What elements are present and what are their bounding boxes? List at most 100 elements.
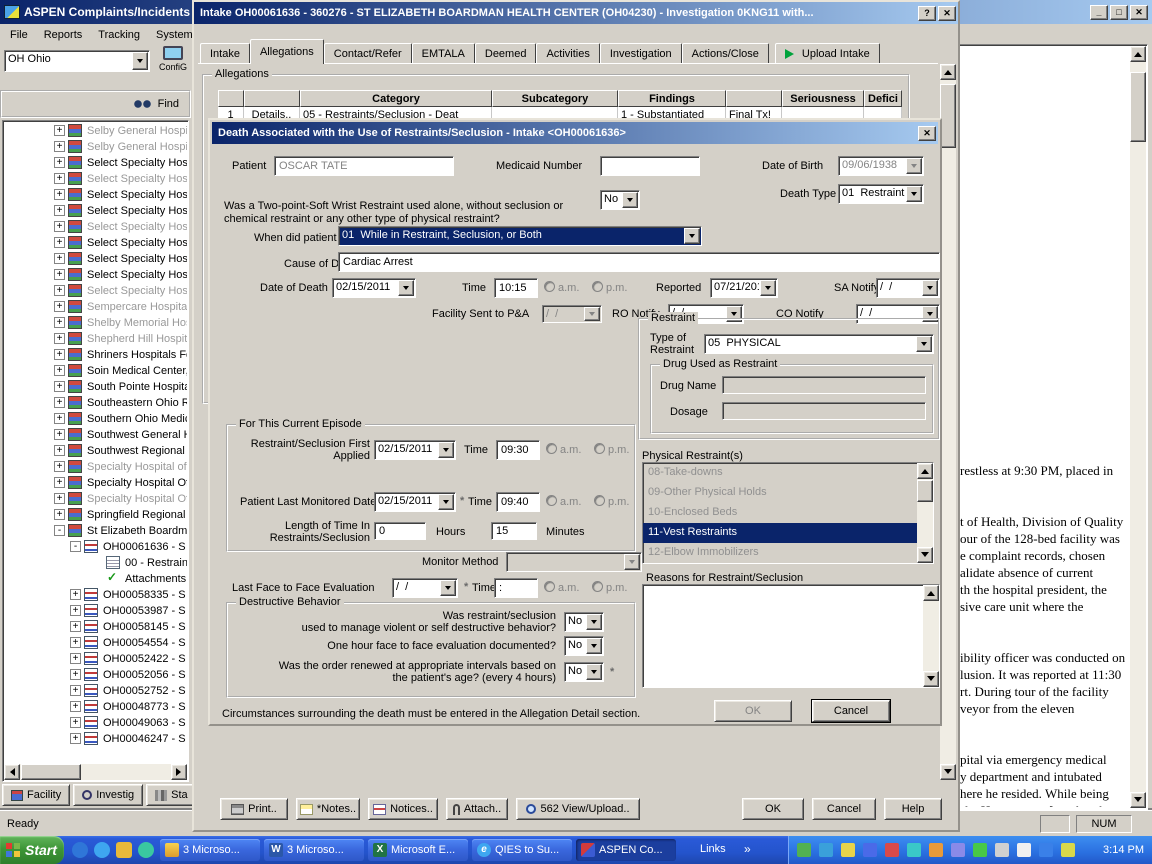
- grid-header-cell[interactable]: Subcategory: [492, 90, 618, 107]
- scrollbar-thumb[interactable]: [917, 480, 933, 502]
- notices-button[interactable]: Notices..: [368, 798, 438, 820]
- tree-item[interactable]: Select Specialty Hosp: [4, 234, 187, 250]
- sa-notify-select[interactable]: / /: [876, 278, 940, 298]
- tray-icon[interactable]: [819, 843, 833, 857]
- start-button[interactable]: Start: [0, 836, 64, 864]
- minutes-field[interactable]: [491, 522, 537, 540]
- scroll-up-button[interactable]: [917, 463, 933, 479]
- tree-item[interactable]: Specialty Hospital Of: [4, 490, 187, 506]
- tree-item[interactable]: OH00052422 - S: [4, 650, 187, 666]
- chevron-down-icon[interactable]: [624, 554, 640, 570]
- tree-item[interactable]: OH00052056 - S: [4, 666, 187, 682]
- tree-item[interactable]: Select Specialty Hosp: [4, 186, 187, 202]
- intake-tab[interactable]: Allegations: [250, 39, 324, 64]
- help-button[interactable]: ?: [918, 6, 936, 21]
- intake-scrollbar[interactable]: [940, 64, 956, 780]
- tray-icon[interactable]: [1039, 843, 1053, 857]
- scrollbar-thumb[interactable]: [940, 84, 956, 148]
- chevron-down-icon[interactable]: [760, 280, 776, 296]
- tree-item[interactable]: Soin Medical Center,: [4, 362, 187, 378]
- dq3-select[interactable]: No: [564, 662, 604, 682]
- chevron-down-icon[interactable]: [922, 280, 938, 296]
- dod-time-field[interactable]: [494, 278, 538, 298]
- intake-tab[interactable]: Deemed: [475, 43, 537, 64]
- tree-item[interactable]: 00 - Restrain: [4, 554, 187, 570]
- tree-expander-icon[interactable]: [54, 381, 65, 392]
- tree-item[interactable]: Sempercare Hospital: [4, 298, 187, 314]
- tree-item[interactable]: South Pointe Hospita: [4, 378, 187, 394]
- tree-expander-icon[interactable]: [54, 237, 65, 248]
- tray-icon[interactable]: [885, 843, 899, 857]
- physical-restraints-list[interactable]: 08-Take-downs09-Other Physical Holds10-E…: [642, 462, 934, 564]
- pm-radio[interactable]: [594, 443, 605, 454]
- am-radio[interactable]: [544, 281, 555, 292]
- find-button[interactable]: Find: [158, 98, 179, 110]
- panel-tab[interactable]: Facility: [2, 784, 70, 806]
- tree-expander-icon[interactable]: [54, 365, 65, 376]
- tree-expander-icon[interactable]: [54, 301, 65, 312]
- close-button[interactable]: ✕: [918, 126, 936, 141]
- scroll-down-button[interactable]: [923, 671, 939, 687]
- tree-item[interactable]: Selby General Hospit: [4, 138, 187, 154]
- tray-icon[interactable]: [841, 843, 855, 857]
- pm-radio[interactable]: [592, 581, 603, 592]
- dod-select[interactable]: 02/15/2011: [332, 278, 416, 298]
- task-button[interactable]: ASPEN Co...: [576, 839, 676, 861]
- chevron-down-icon[interactable]: [584, 307, 600, 321]
- tree-expander-icon[interactable]: [70, 637, 81, 648]
- view-upload-button[interactable]: 562 View/Upload..: [516, 798, 640, 820]
- type-of-restraint-select[interactable]: 05 PHYSICAL: [704, 334, 934, 354]
- print-button[interactable]: Print..: [220, 798, 288, 820]
- chevron-down-icon[interactable]: [916, 336, 932, 352]
- intake-tab[interactable]: Upload Intake: [775, 43, 880, 64]
- intake-tab[interactable]: Investigation: [600, 43, 682, 64]
- tree-item[interactable]: Springfield Regional I: [4, 506, 187, 522]
- monitor-method-select[interactable]: [506, 552, 642, 572]
- medicaid-field[interactable]: [600, 156, 700, 176]
- close-button[interactable]: ✕: [1130, 5, 1148, 20]
- intake-tab[interactable]: EMTALA: [412, 43, 475, 64]
- task-button[interactable]: QIES to Su...: [472, 839, 572, 861]
- tray-icon[interactable]: [951, 843, 965, 857]
- intake-help-button[interactable]: Help: [884, 798, 942, 820]
- panel-tab[interactable]: Investig: [73, 784, 143, 806]
- list-item[interactable]: 10-Enclosed Beds: [643, 503, 933, 523]
- tray-icon[interactable]: [995, 843, 1009, 857]
- tree-expander-icon[interactable]: [70, 589, 81, 600]
- tray-icon[interactable]: [907, 843, 921, 857]
- tree-expander-icon[interactable]: [54, 317, 65, 328]
- dialog-cancel-button[interactable]: Cancel: [812, 700, 890, 722]
- list-scrollbar[interactable]: [923, 585, 939, 687]
- scroll-up-button[interactable]: [1130, 46, 1146, 62]
- chevron-down-icon[interactable]: [906, 186, 922, 202]
- dq1-select[interactable]: No: [564, 612, 604, 632]
- tree-item[interactable]: Selby General Hospit: [4, 122, 187, 138]
- scroll-down-button[interactable]: [1130, 792, 1146, 808]
- tree-expander-icon[interactable]: [54, 461, 65, 472]
- tree-expander-icon[interactable]: [54, 205, 65, 216]
- tree-item[interactable]: OH00058145 - S: [4, 618, 187, 634]
- tree-expander-icon[interactable]: [70, 541, 81, 552]
- pm-radio[interactable]: [592, 281, 603, 292]
- tree-item[interactable]: OH00046247 - S: [4, 730, 187, 746]
- tray-icon[interactable]: [929, 843, 943, 857]
- tree-expander-icon[interactable]: [54, 269, 65, 280]
- grid-header-cell[interactable]: Findings: [618, 90, 726, 107]
- menu-item[interactable]: File: [2, 26, 36, 44]
- chevron-down-icon[interactable]: [586, 638, 602, 654]
- tree-expander-icon[interactable]: [54, 285, 65, 296]
- scroll-left-button[interactable]: [4, 764, 20, 780]
- tree-expander-icon[interactable]: [70, 605, 81, 616]
- tree-expander-icon[interactable]: [54, 413, 65, 424]
- list-scrollbar[interactable]: [917, 463, 933, 563]
- tree-expander-icon[interactable]: [54, 445, 65, 456]
- maximize-button[interactable]: □: [1110, 5, 1128, 20]
- tree-item[interactable]: OH00049063 - S: [4, 714, 187, 730]
- am-radio[interactable]: [546, 495, 557, 506]
- list-item[interactable]: 09-Other Physical Holds: [643, 483, 933, 503]
- when-die-select[interactable]: 01 While in Restraint, Seclusion, or Bot…: [338, 226, 702, 246]
- scroll-down-button[interactable]: [940, 764, 956, 780]
- chevron-down-icon[interactable]: [132, 52, 148, 70]
- am-radio[interactable]: [544, 581, 555, 592]
- last-monitored-time-field[interactable]: [496, 492, 540, 512]
